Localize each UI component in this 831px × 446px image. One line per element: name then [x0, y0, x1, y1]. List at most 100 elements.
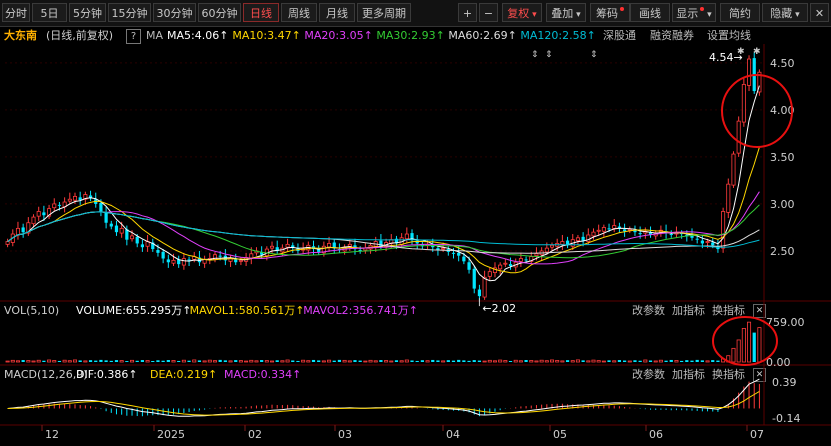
chips-button[interactable]: 筹码	[590, 3, 630, 22]
period-tab-1[interactable]: 5日	[32, 3, 67, 22]
volume-bar	[674, 360, 679, 363]
macd_legend-tab-1[interactable]: 加指标	[672, 367, 705, 383]
candle-body	[389, 239, 394, 244]
macd_legend-close-icon[interactable]: ✕	[753, 368, 766, 382]
volume-bar	[47, 359, 52, 363]
macd_legend-tab-0[interactable]: 改参数	[632, 367, 665, 383]
vol_legend-close-icon[interactable]: ✕	[753, 304, 766, 318]
main-tab-1[interactable]: 融资融券	[650, 28, 694, 44]
volume-bar	[498, 359, 503, 363]
candle-body	[21, 227, 25, 233]
draw-line-button[interactable]: 画线	[630, 3, 670, 22]
candle-body	[591, 231, 596, 237]
period-tab-8[interactable]: 月线	[319, 3, 355, 22]
volume-bar	[296, 360, 300, 362]
candle-body	[726, 183, 731, 213]
period-tab-9[interactable]: 更多周期	[357, 3, 411, 22]
display-dropdown[interactable]: 显示 ▾	[672, 3, 716, 22]
volume-bar	[617, 360, 622, 362]
volume-bar	[223, 360, 227, 362]
candle-body	[685, 234, 689, 236]
vol_legend-tab-1[interactable]: 加指标	[672, 303, 705, 319]
volume-bar	[21, 360, 25, 362]
help-icon[interactable]: ?	[126, 29, 141, 44]
hide-button[interactable]: 隐藏 ▾	[762, 3, 808, 22]
candle-body	[716, 246, 720, 250]
candle-body	[404, 233, 409, 240]
volume-bar	[627, 360, 632, 363]
volume-bar	[591, 359, 596, 363]
main-tab-0[interactable]: 深股通	[603, 28, 636, 44]
candle-body	[565, 240, 570, 246]
volume-bar	[62, 359, 67, 363]
volume-bar	[285, 359, 290, 363]
simple-mode-button-label: 简约	[729, 7, 751, 20]
candle-body	[332, 242, 336, 249]
notification-dot-icon	[620, 7, 624, 11]
volume-bar	[244, 360, 249, 363]
volume-bar	[643, 359, 648, 363]
candle-body	[202, 259, 207, 264]
candle-body	[586, 234, 591, 242]
candle-body	[690, 234, 694, 238]
ma-legend-item-5: MA120:2.58↑	[520, 29, 596, 42]
volume-bar	[327, 359, 332, 363]
main-tab-2[interactable]: 设置均线	[707, 28, 751, 44]
candle-body	[596, 229, 601, 232]
candle-body	[550, 244, 555, 248]
candle-body	[260, 251, 264, 255]
candle-body	[431, 245, 435, 248]
volume-bar	[420, 360, 424, 362]
candle-body	[648, 232, 653, 235]
x-tick-label: 04	[446, 428, 460, 441]
volume-bar	[114, 360, 119, 362]
zoom-in-button[interactable]: +	[458, 3, 477, 22]
zoom-out-button[interactable]: −	[479, 3, 498, 22]
volume-bar	[321, 360, 326, 363]
volume-bar	[31, 360, 36, 363]
candle-body	[555, 243, 560, 247]
ma-legend-item-0: MA5:4.06↑	[167, 29, 229, 42]
period-tab-7[interactable]: 周线	[281, 3, 317, 22]
candle-body	[104, 212, 108, 223]
candle-body	[508, 264, 513, 267]
period-tab-0[interactable]: 分时	[2, 3, 30, 22]
volume-bar	[752, 332, 756, 362]
candle-body	[705, 241, 710, 243]
overlay-dropdown[interactable]: 叠加 ▾	[546, 3, 586, 22]
ma-legend-item-3: MA30:2.93↑	[376, 29, 445, 42]
candle-body	[88, 195, 93, 199]
candle-body	[109, 223, 113, 227]
period-tab-3[interactable]: 15分钟	[108, 3, 151, 22]
volume-bar	[726, 355, 731, 363]
volume-bar	[741, 327, 746, 363]
volume-bar	[228, 360, 233, 363]
volume-bar	[607, 360, 611, 362]
period-tab-2[interactable]: 5分钟	[69, 3, 106, 22]
candle-body	[36, 211, 41, 217]
volume-bar	[389, 360, 394, 363]
macd_legend-tab-2[interactable]: 换指标	[712, 367, 745, 383]
vol_legend-tab-2[interactable]: 换指标	[712, 303, 745, 319]
simple-mode-button[interactable]: 简约	[720, 3, 760, 22]
ma60-line	[7, 211, 760, 254]
candle-body	[560, 241, 565, 245]
period-tab-4[interactable]: 30分钟	[153, 3, 196, 22]
candle-body	[114, 225, 119, 233]
close-button[interactable]: ✕	[810, 3, 829, 22]
display-dropdown-label: 显示	[676, 7, 699, 20]
volume-bar	[487, 359, 492, 363]
candle-body	[31, 216, 36, 225]
dea-line	[7, 390, 760, 416]
volume-bar	[477, 360, 482, 362]
period-tab-6[interactable]: 日线	[243, 3, 279, 22]
macd_legend-item-2: MACD:0.334↑	[224, 368, 302, 381]
vol_legend-tab-0[interactable]: 改参数	[632, 303, 665, 319]
volume-bar	[508, 361, 513, 362]
volume-bar	[26, 360, 31, 363]
candle-body	[617, 226, 622, 229]
period-tab-5[interactable]: 60分钟	[198, 3, 241, 22]
volume-bar	[441, 360, 446, 363]
volume-bar	[612, 360, 617, 363]
adjust-dropdown[interactable]: 复权 ▾	[502, 3, 542, 22]
